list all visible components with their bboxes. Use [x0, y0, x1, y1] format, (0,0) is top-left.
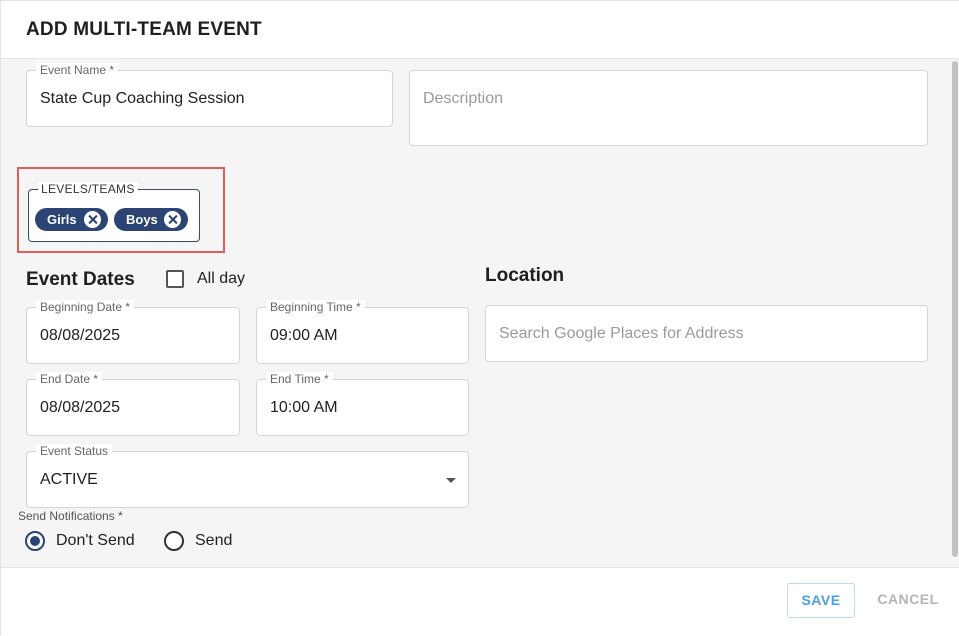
beginning-date-value: 08/08/2025: [40, 327, 121, 344]
description-field[interactable]: Description: [409, 70, 928, 146]
radio-dont-send[interactable]: [25, 531, 45, 551]
dialog-header: ADD MULTI-TEAM EVENT: [1, 1, 959, 59]
chip-girls-remove-icon[interactable]: [84, 211, 101, 228]
radio-dont-send-label[interactable]: Don't Send: [56, 532, 135, 550]
save-button[interactable]: SAVE: [787, 583, 855, 618]
levels-teams-field[interactable]: LEVELS/TEAMS Girls Boys: [28, 182, 200, 242]
end-time-field[interactable]: End Time * 10:00 AM: [256, 372, 469, 436]
all-day-checkbox[interactable]: [166, 270, 184, 288]
description-placeholder: Description: [423, 90, 504, 107]
all-day-label[interactable]: All day: [197, 270, 245, 288]
chip-boys-label: Boys: [126, 212, 158, 227]
end-date-field[interactable]: End Date * 08/08/2025: [26, 372, 240, 436]
beginning-time-field[interactable]: Beginning Time * 09:00 AM: [256, 300, 469, 364]
event-status-label: Event Status: [36, 444, 113, 458]
chip-girls[interactable]: Girls: [35, 208, 108, 231]
end-date-label: End Date *: [36, 372, 103, 386]
event-dates-title: Event Dates: [26, 269, 135, 290]
end-time-value: 10:00 AM: [270, 399, 338, 416]
cancel-button[interactable]: CANCEL: [871, 583, 945, 618]
event-name-field[interactable]: Event Name * State Cup Coaching Session: [26, 63, 393, 127]
chip-boys[interactable]: Boys: [114, 208, 188, 231]
scrollbar-thumb[interactable]: [952, 61, 958, 557]
add-event-dialog: ADD MULTI-TEAM EVENT Event Name * State …: [0, 0, 959, 636]
send-notifications-label: Send Notifications *: [18, 509, 123, 523]
radio-send-label[interactable]: Send: [195, 532, 232, 550]
event-status-select[interactable]: Event Status ACTIVE: [26, 444, 469, 508]
levels-teams-label: LEVELS/TEAMS: [38, 182, 138, 196]
beginning-time-label: Beginning Time *: [266, 300, 365, 314]
radio-send[interactable]: [164, 531, 184, 551]
location-placeholder: Search Google Places for Address: [499, 325, 744, 342]
event-status-value: ACTIVE: [40, 471, 98, 488]
location-title: Location: [485, 265, 565, 286]
dialog-title: ADD MULTI-TEAM EVENT: [26, 19, 262, 40]
beginning-date-field[interactable]: Beginning Date * 08/08/2025: [26, 300, 240, 364]
beginning-date-label: Beginning Date *: [36, 300, 135, 314]
end-time-label: End Time *: [266, 372, 333, 386]
location-search-input[interactable]: Search Google Places for Address: [485, 305, 928, 362]
event-name-label: Event Name *: [36, 63, 119, 77]
chip-girls-label: Girls: [47, 212, 77, 227]
event-name-value: State Cup Coaching Session: [40, 90, 245, 107]
dropdown-arrow-icon: [446, 478, 456, 483]
end-date-value: 08/08/2025: [40, 399, 121, 416]
beginning-time-value: 09:00 AM: [270, 327, 338, 344]
chip-boys-remove-icon[interactable]: [164, 211, 181, 228]
